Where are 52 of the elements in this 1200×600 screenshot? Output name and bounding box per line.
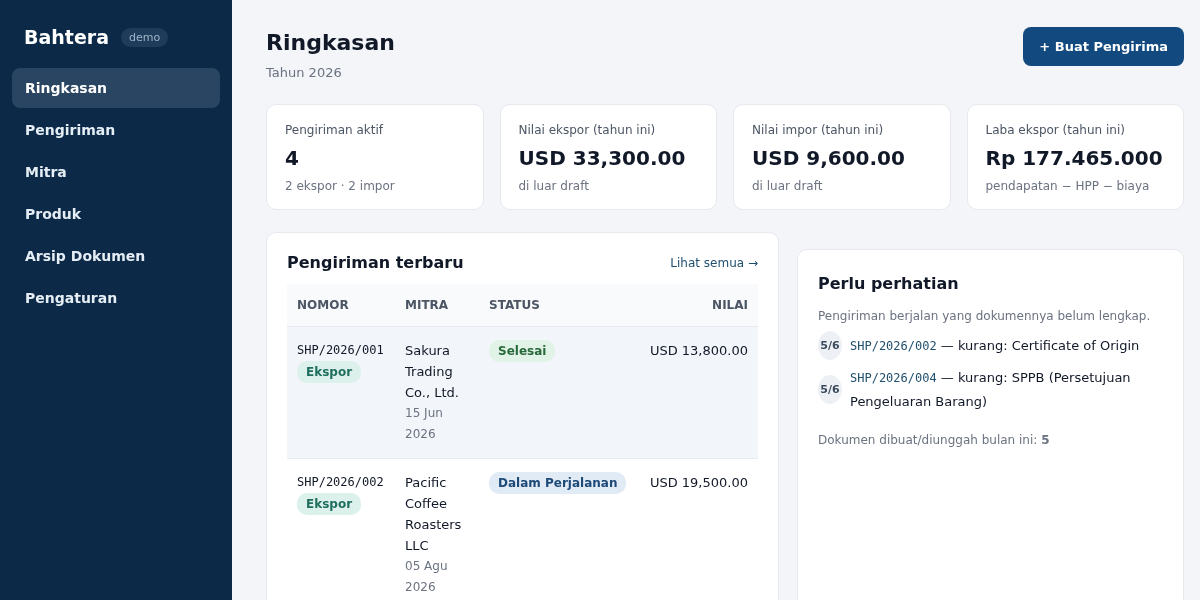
create-shipment-button[interactable]: + Buat Pengirima bbox=[1023, 27, 1184, 66]
table-row[interactable]: SHP/2026/002 Ekspor Pacific Coffee Roasters LLC 05 Agu 2026 Dalam Perjalanan USD 19,500.00 bbox=[287, 458, 758, 600]
demo-badge: demo bbox=[121, 27, 169, 47]
page-subtitle: Tahun 2026 bbox=[266, 65, 343, 80]
progress-badge: 5/6 bbox=[818, 375, 842, 404]
shipment-date: 05 Agu 2026 bbox=[405, 558, 449, 596]
stat-label: Nilai impor (tahun ini) bbox=[752, 123, 885, 137]
missing-document-text: SHP/2026/004 — kurang: SPPB (Persetujuan Pengeluaran Barang) bbox=[850, 369, 1132, 411]
attention-intro: Pengiriman berjalan yang dokumennya belum lengkap. bbox=[818, 309, 1152, 323]
shipment-link[interactable]: SHP/2026/004 bbox=[850, 371, 937, 385]
stat-note: di luar draft bbox=[518, 179, 590, 193]
shipment-link[interactable]: SHP/2026/002 bbox=[850, 338, 937, 353]
column-header: NILAI bbox=[638, 284, 758, 327]
stat-note: pendapatan − HPP − biaya bbox=[985, 179, 1151, 193]
value-cell: USD 13,800.00 bbox=[638, 326, 758, 459]
shipment-number[interactable]: SHP/2026/002 bbox=[297, 472, 386, 493]
stat-label: Pengiriman aktif bbox=[285, 123, 385, 137]
nav-item[interactable]: Arsip Dokumen bbox=[12, 236, 220, 276]
type-tag: Ekspor bbox=[297, 361, 362, 383]
status-tag: Selesai bbox=[489, 340, 556, 362]
value-cell: USD 19,500.00 bbox=[638, 458, 758, 600]
column-header: NOMOR bbox=[287, 284, 396, 327]
column-header: STATUS bbox=[479, 284, 639, 327]
see-all-link[interactable]: Lihat semua → bbox=[670, 256, 758, 270]
documents-count-text: Dokumen dibuat/diunggah bulan ini: 5 bbox=[818, 433, 1051, 447]
page-title: Ringkasan bbox=[266, 30, 395, 55]
type-tag: Ekspor bbox=[297, 493, 362, 515]
missing-document-text: SHP/2026/002 — kurang: Certificate of Origin bbox=[850, 336, 1140, 355]
stat-note: di luar draft bbox=[752, 179, 824, 193]
nav-item[interactable]: Produk bbox=[12, 194, 220, 234]
stat-label: Nilai ekspor (tahun ini) bbox=[518, 123, 657, 137]
table-row[interactable]: SHP/2026/001 Ekspor Sakura Trading Co., Ltd. 15 Jun 2026 Selesai USD 13,800.00 bbox=[287, 326, 758, 459]
status-tag: Dalam Perjalanan bbox=[489, 472, 627, 494]
card-title: Perlu perhatian bbox=[818, 274, 960, 293]
progress-badge: 5/6 bbox=[818, 331, 842, 360]
stat-value: USD 33,300.00 bbox=[518, 146, 687, 170]
nav-item[interactable]: Mitra bbox=[12, 152, 220, 192]
brand-name: Bahtera bbox=[24, 26, 109, 48]
stat-note: 2 ekspor · 2 impor bbox=[285, 179, 396, 193]
nav-item[interactable]: Ringkasan bbox=[12, 68, 220, 108]
shipment-number[interactable]: SHP/2026/001 bbox=[297, 340, 386, 361]
stat-label: Laba ekspor (tahun ini) bbox=[985, 123, 1126, 137]
stat-value: 4 bbox=[285, 146, 300, 170]
column-header: MITRA bbox=[395, 284, 480, 327]
stat-value: Rp 177.465.000 bbox=[985, 146, 1164, 170]
stat-value: USD 9,600.00 bbox=[752, 146, 906, 170]
partner-name: Pacific Coffee Roasters LLC bbox=[405, 474, 463, 555]
nav-item[interactable]: Pengiriman bbox=[12, 110, 220, 150]
partner-name: Sakura Trading Co., Ltd. bbox=[405, 342, 460, 402]
card-title: Pengiriman terbaru bbox=[287, 253, 464, 272]
nav-item[interactable]: Pengaturan bbox=[12, 278, 220, 318]
shipment-date: 15 Jun 2026 bbox=[405, 405, 444, 443]
